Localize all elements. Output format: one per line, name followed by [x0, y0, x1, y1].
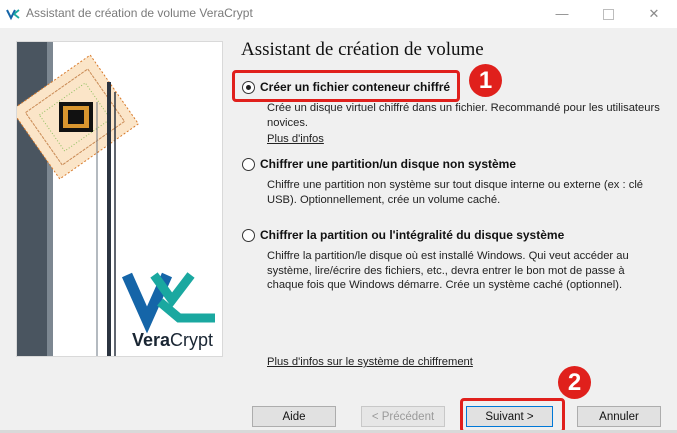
minimize-icon: —	[555, 6, 569, 21]
more-info-link[interactable]: Plus d'infos	[267, 133, 324, 145]
wizard-illustration	[17, 42, 222, 356]
option-label[interactable]: Chiffrer la partition ou l'intégralité d…	[260, 228, 564, 242]
wizard-heading: Assistant de création de volume	[241, 39, 484, 60]
brand-logo-text: VeraCrypt	[132, 330, 213, 351]
step2-badge: 2	[558, 366, 591, 399]
close-button[interactable]: ✕	[631, 0, 677, 28]
radio-encrypt-system[interactable]	[242, 229, 255, 242]
cancel-button[interactable]: Annuler	[577, 406, 661, 427]
maximize-button	[585, 0, 631, 28]
option-label[interactable]: Chiffrer une partition/un disque non sys…	[260, 157, 516, 171]
option-description: Chiffre une partition non système sur to…	[267, 179, 644, 206]
wizard-banner-image: VeraCrypt	[16, 41, 223, 357]
maximize-icon	[602, 9, 614, 21]
help-button[interactable]: Aide	[252, 406, 336, 427]
title-bar: Assistant de création de volume VeraCryp…	[0, 0, 677, 28]
option-description: Crée un disque virtuel chiffré dans un f…	[267, 102, 660, 129]
minimize-button[interactable]: —	[539, 0, 585, 28]
highlight-box-step1	[232, 70, 460, 102]
next-button[interactable]: Suivant >	[466, 406, 553, 427]
option-description: Chiffre la partition/le disque où est in…	[267, 250, 629, 291]
step1-badge: 1	[469, 64, 502, 97]
close-icon: ✕	[648, 6, 660, 21]
brand-name-part2: Crypt	[170, 330, 214, 350]
radio-encrypt-partition[interactable]	[242, 158, 255, 171]
veracrypt-app-icon	[6, 9, 20, 21]
window-title: Assistant de création de volume VeraCryp…	[26, 6, 253, 20]
brand-name-part1: Vera	[132, 330, 171, 350]
previous-button: < Précédent	[361, 406, 445, 427]
encryption-info-link[interactable]: Plus d'infos sur le système de chiffreme…	[267, 356, 473, 368]
